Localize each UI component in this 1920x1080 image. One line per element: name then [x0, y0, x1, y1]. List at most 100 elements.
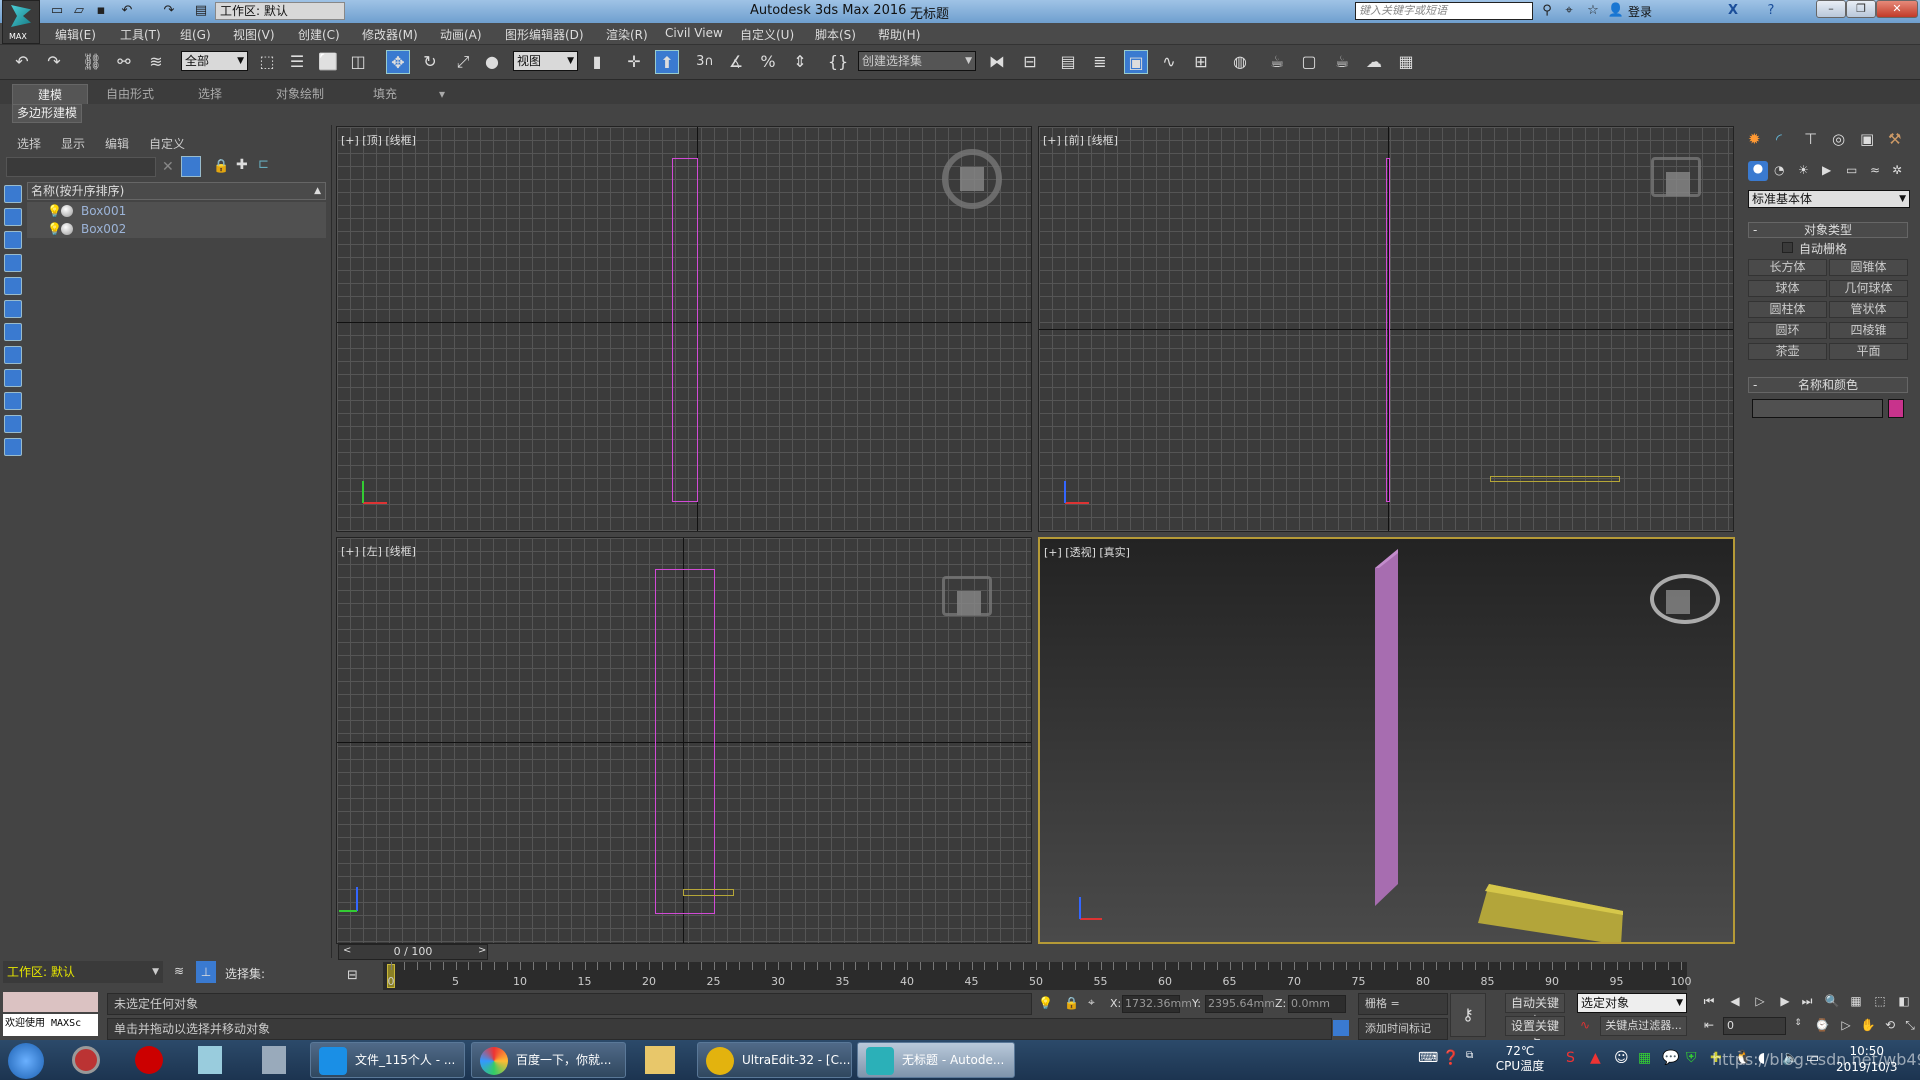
shapes-icon[interactable]: ◔ [1774, 163, 1784, 177]
set-key-button[interactable]: 设置关键点 [1505, 1016, 1565, 1051]
viewport-top[interactable]: [+] [顶] [线框] [336, 126, 1032, 532]
explorer-filter-icon[interactable] [4, 231, 22, 249]
time-prev-icon[interactable]: < [343, 945, 351, 956]
create-3-button[interactable]: 几何球体 [1829, 280, 1908, 297]
login-link[interactable]: 登录 [1628, 3, 1652, 20]
time-slider[interactable]: 0 / 100 [338, 944, 488, 960]
zoom-all-icon[interactable]: ▦ [1846, 994, 1866, 1008]
create-4-button[interactable]: 圆柱体 [1748, 301, 1827, 318]
rollout-object-type[interactable]: - 对象类型 [1748, 222, 1908, 238]
previous-frame-icon[interactable]: ◀ [1725, 994, 1745, 1008]
undo-icon[interactable]: ↶ [118, 2, 136, 20]
viewport-label[interactable]: [+] [顶] [线框] [341, 132, 416, 148]
trackbar-toggle-icon[interactable]: ⊟ [347, 968, 358, 983]
help-tray-icon[interactable]: ❓ [1442, 1050, 1459, 1066]
create-7-button[interactable]: 四棱锥 [1829, 322, 1908, 339]
create-2-button[interactable]: 球体 [1748, 280, 1827, 297]
explorer-filter-icon[interactable] [4, 369, 22, 387]
zoom-extents-icon[interactable]: ⬚ [1870, 994, 1890, 1008]
user-icon[interactable]: 👤 [1607, 2, 1625, 20]
layers-icon[interactable]: ≋ [174, 964, 184, 978]
render-production-icon[interactable]: ☕ [1330, 50, 1354, 74]
display-tab-icon[interactable]: ▣ [1860, 130, 1874, 148]
z-coordinate-field[interactable]: 0.0mm [1288, 995, 1346, 1013]
explorer-search-input[interactable] [6, 157, 156, 177]
layer-explorer-icon[interactable]: ▤ [1056, 50, 1080, 74]
percent-snap-icon[interactable]: % [756, 50, 780, 74]
window-crossing-icon[interactable]: ◫ [346, 50, 370, 74]
redo-icon[interactable]: ↷ [160, 2, 178, 20]
viewport-label[interactable]: [+] [左] [线框] [341, 543, 416, 559]
explorer-filter-icon[interactable] [4, 323, 22, 341]
menu-item[interactable]: 渲染(R) [606, 26, 648, 43]
maxscript-mini-listener[interactable]: 欢迎使用 MAXSc [3, 1014, 98, 1036]
time-configuration-icon[interactable]: ⌚ [1812, 1018, 1832, 1032]
taskbar-item-3dsmax[interactable]: 无标题 - Autode... [857, 1042, 1015, 1078]
add-select-icon[interactable]: ✚ [236, 157, 248, 173]
box002-wireframe[interactable] [1490, 476, 1620, 482]
workspace-selector[interactable]: 工作区: 默认 ▼ [3, 961, 163, 983]
pivot-center-icon[interactable]: ▮ [585, 50, 609, 74]
material-editor-icon[interactable]: ◍ [1228, 50, 1252, 74]
viewcube-icon[interactable] [942, 149, 1002, 209]
explorer-filter-icon[interactable] [4, 392, 22, 410]
create-6-button[interactable]: 圆环 [1748, 322, 1827, 339]
go-to-end-icon[interactable]: ⏭ [1797, 994, 1817, 1009]
explorer-filter-icon[interactable] [4, 254, 22, 272]
start-button[interactable] [8, 1043, 44, 1079]
explorer-filter-icon[interactable] [4, 346, 22, 364]
edit-named-selection-icon[interactable]: {} [826, 50, 850, 74]
menu-item[interactable]: 修改器(M) [362, 26, 418, 43]
menu-item[interactable]: 自定义(U) [740, 26, 794, 43]
select-move-icon[interactable]: ✥ [386, 50, 410, 74]
align-icon[interactable]: ⊟ [1018, 50, 1042, 74]
field-of-view-icon[interactable]: ▷ [1836, 1018, 1856, 1032]
select-object-icon[interactable]: ⬚ [255, 50, 279, 74]
menu-item[interactable]: 动画(A) [440, 26, 482, 43]
menu-item[interactable]: 组(G) [180, 26, 211, 43]
ribbon-tab[interactable]: 对象绘制 [260, 84, 340, 104]
angle-snap-icon[interactable]: ∡ [724, 50, 748, 74]
show-desktop-icon[interactable]: ⧉ [1466, 1050, 1473, 1061]
explorer-filter-icon[interactable] [4, 277, 22, 295]
manipulate-icon[interactable]: ✛ [622, 50, 646, 74]
exchange-icon[interactable]: X [1724, 2, 1742, 20]
time-tag-icon[interactable] [1333, 1020, 1349, 1036]
media-player-icon[interactable] [135, 1046, 163, 1074]
absolute-mode-icon[interactable]: ⌖ [1088, 995, 1095, 1010]
save-icon[interactable]: ▪ [92, 2, 110, 20]
box001-wireframe[interactable] [672, 158, 698, 502]
freeze-icon[interactable] [61, 223, 73, 235]
box001-shaded[interactable] [1375, 549, 1398, 906]
calculator-icon[interactable] [262, 1046, 286, 1074]
taskbar-item-ultraedit[interactable]: UltraEdit-32 - [C... [697, 1042, 852, 1078]
unlink-icon[interactable]: ⚯ [112, 50, 136, 74]
spacewarps-icon[interactable]: ≈ [1870, 163, 1880, 177]
box001-wireframe[interactable] [655, 569, 715, 914]
reference-coordinate-dropdown[interactable]: 视图 [513, 51, 578, 71]
explorer-menu-customize[interactable]: 自定义 [149, 135, 185, 152]
taskbar-item-browser[interactable]: 百度一下，你就... [471, 1042, 626, 1078]
project-folder-icon[interactable]: ▤ [192, 2, 210, 20]
menu-item[interactable]: 视图(V) [233, 26, 275, 43]
ribbon-tab[interactable]: 填充 [355, 84, 415, 104]
object-name-input[interactable] [1752, 399, 1883, 418]
minimize-button[interactable]: – [1816, 0, 1846, 18]
ribbon-tab[interactable]: 自由形式 [92, 84, 168, 104]
menu-item[interactable]: 创建(C) [298, 26, 340, 43]
key-mode-toggle-icon[interactable]: ⇤ [1699, 1018, 1719, 1032]
next-frame-icon[interactable]: ▶ [1775, 994, 1795, 1008]
viewport-left[interactable]: [+] [左] [线框] [336, 537, 1032, 944]
systems-icon[interactable]: ✲ [1892, 163, 1902, 177]
list-item[interactable]: 💡 Box002 [27, 220, 326, 238]
isolate-selection-icon[interactable]: 💡 [1038, 996, 1053, 1010]
viewcube-icon[interactable] [1650, 574, 1720, 624]
menu-item[interactable]: 工具(T) [120, 26, 161, 43]
lock-icon[interactable]: 🔒 [213, 159, 229, 174]
file-explorer-icon[interactable] [645, 1046, 675, 1074]
rollout-name-color[interactable]: - 名称和颜色 [1748, 377, 1908, 393]
modify-tab-icon[interactable]: ◜ [1776, 130, 1782, 148]
current-frame-field[interactable]: 0 [1723, 1017, 1786, 1035]
orbit-icon[interactable]: ⟲ [1880, 1018, 1900, 1032]
viewport-label[interactable]: [+] [前] [线框] [1043, 132, 1118, 148]
